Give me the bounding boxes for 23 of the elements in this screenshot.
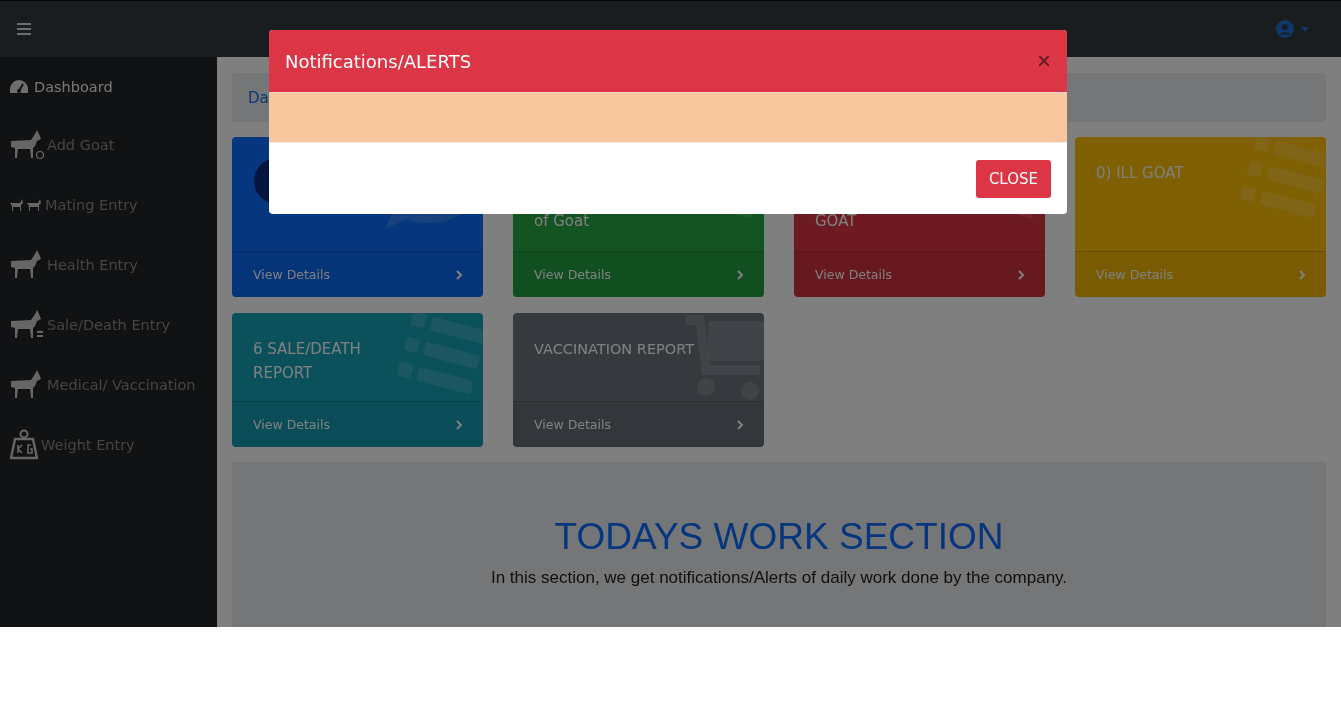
chevron-right-icon xyxy=(737,419,744,430)
card-title: 0) ILL GOAT xyxy=(1096,163,1185,184)
menu-icon[interactable] xyxy=(17,23,31,35)
section-heading: TODAYS WORK SECTION xyxy=(554,516,1004,558)
gauge-icon xyxy=(9,79,29,95)
card-title: VACCINATION REPORT xyxy=(534,340,696,359)
caret-icon xyxy=(1301,26,1309,32)
weight-icon xyxy=(9,429,39,461)
card-title: 6 SALE/DEATH REPORT xyxy=(253,339,362,384)
close-button[interactable]: × xyxy=(1037,49,1051,73)
chevron-right-icon xyxy=(737,269,744,280)
card-title: of Goat xyxy=(534,211,591,232)
chevron-right-icon xyxy=(1018,269,1025,280)
sidebar-item[interactable]: Dashboard xyxy=(0,73,217,101)
chevron-right-icon xyxy=(456,269,463,280)
close-button[interactable]: CLOSE xyxy=(975,159,1051,198)
section-description: In this section, we get notifications/Alerts of daily work done by the company. xyxy=(490,568,1068,588)
dialog-title: Notifications/ALERTS xyxy=(285,50,472,72)
chevron-right-icon xyxy=(456,419,463,430)
breadcrumb-link[interactable]: Da xyxy=(248,88,269,107)
chevron-right-icon xyxy=(1299,269,1306,280)
card-title: GOAT xyxy=(815,211,858,232)
user-icon xyxy=(1276,20,1294,38)
